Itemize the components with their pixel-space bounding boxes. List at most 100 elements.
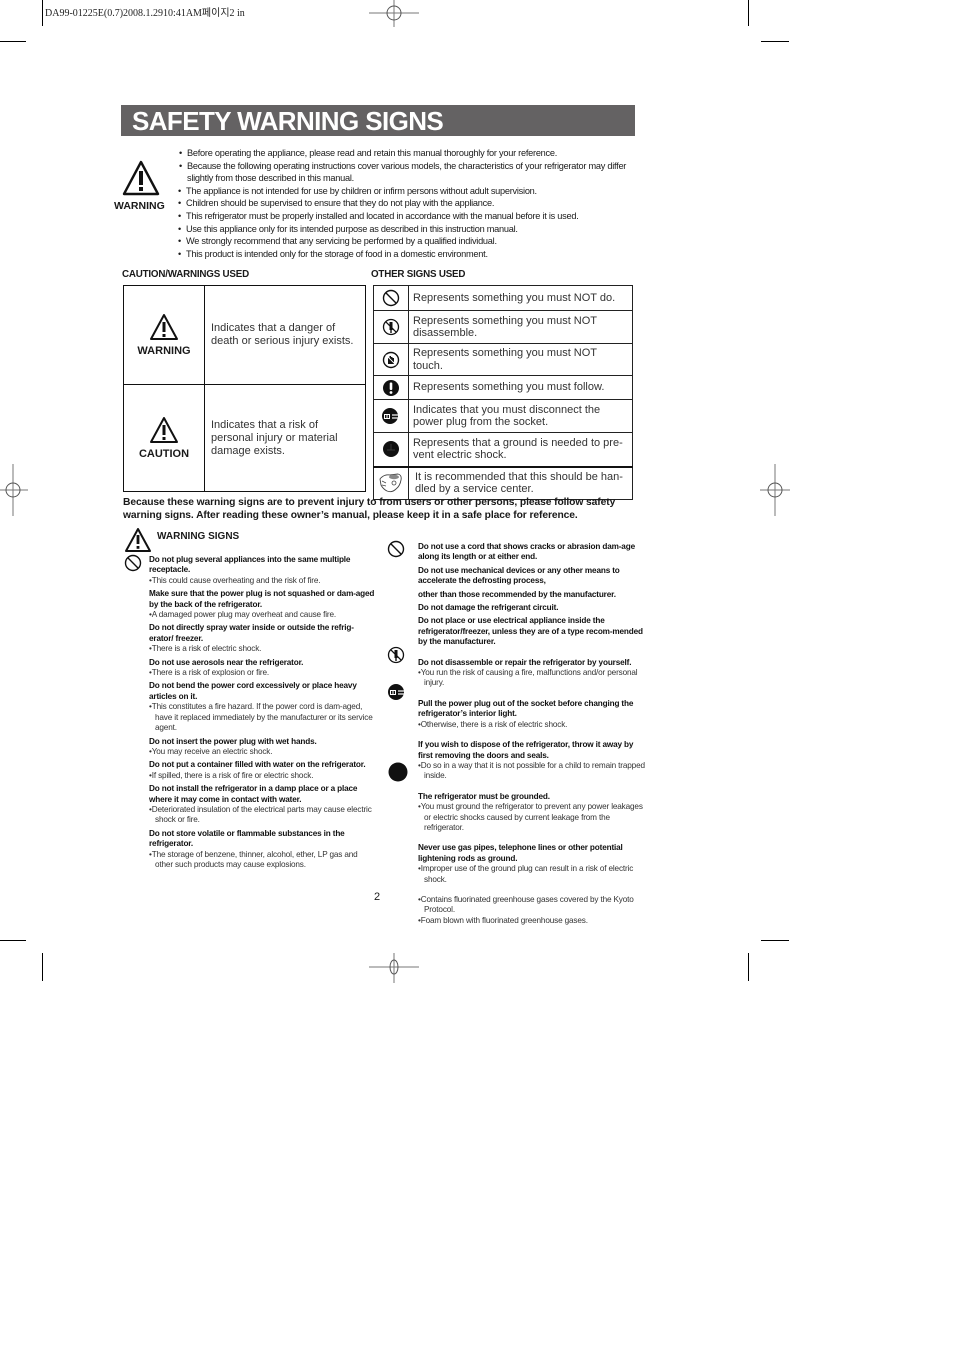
- warning-item-note: This could cause overheating and the ris…: [149, 576, 377, 586]
- intro-bullet: This product is intended only for the st…: [178, 248, 638, 261]
- crop-mark: [0, 41, 26, 42]
- no-disassemble-icon: [382, 318, 400, 336]
- caution-triangle-icon: [150, 417, 178, 443]
- caution-description: Indicates that a risk of personal injury…: [204, 384, 366, 492]
- sign-description: Represents something you must NOT touch.: [408, 343, 633, 376]
- intro-bullet: Because the following operating instruct…: [178, 160, 638, 185]
- warning-description: Indicates that a danger of death or seri…: [204, 285, 366, 385]
- intro-bullet: Before operating the appliance, please r…: [178, 147, 638, 160]
- sign-description: Indicates that you must disconnect the p…: [408, 399, 633, 433]
- table-row: Represents that a ground is needed to pr…: [373, 432, 633, 467]
- sign-description: Represents something you must NOT do.: [408, 285, 633, 311]
- intro-bullet: Use this appliance only for its intended…: [178, 223, 638, 236]
- warning-item-note: There is a risk of electric shock.: [149, 644, 377, 654]
- registration-mark-icon: [760, 464, 790, 516]
- warning-item-title: Do not damage the refrigerant circuit.: [418, 603, 559, 613]
- unplug-icon: [382, 408, 398, 424]
- caution-warnings-heading: CAUTION/WARNINGS USED: [122, 269, 249, 280]
- warning-label: WARNING: [137, 345, 191, 357]
- warning-item-title: Do not disassemble or repair the refrige…: [418, 657, 632, 667]
- table-row: WARNING Indicates that a danger of death…: [123, 285, 366, 385]
- warning-item-note: Deteriorated insulation of the electrica…: [149, 805, 377, 826]
- crop-mark: [761, 940, 789, 941]
- warning-item-note: Improper use of the ground plug can resu…: [418, 864, 648, 885]
- warning-item-title: Do not put a container filled with water…: [149, 760, 366, 770]
- warning-signs-right-column: Do not use a cord that shows cracks or a…: [418, 542, 648, 926]
- warning-item-note: A damaged power plug may overheat and ca…: [149, 610, 377, 620]
- crop-mark: [42, 953, 43, 981]
- service-center-icon: [379, 473, 402, 493]
- warning-triangle-icon: [125, 528, 151, 552]
- warning-item-title: Make sure that the power plug is not squ…: [149, 589, 375, 609]
- warning-item-title: Do not directly spray water inside or ou…: [149, 623, 354, 643]
- prohibited-icon: [387, 540, 405, 558]
- warning-item-title: The refrigerator must be grounded.: [418, 791, 550, 801]
- warning-item-title: Never use gas pipes, telephone lines or …: [418, 843, 623, 863]
- page-title-bar: SAFETY WARNING SIGNS: [121, 105, 635, 136]
- page-number: 2: [374, 891, 381, 903]
- warning-item-title: Do not use mechanical devices or any oth…: [418, 565, 620, 586]
- print-slug: DA99-01225E(0.7)2008.1.2910:41AM페이지2 in: [45, 8, 245, 19]
- warning-item-title: If you wish to dispose of the refrigerat…: [418, 740, 634, 760]
- table-row: Represents something you must NOT disass…: [373, 310, 633, 344]
- must-follow-icon: [383, 379, 399, 396]
- warning-item-title: Do not use a cord that shows cracks or a…: [418, 542, 635, 562]
- warning-item-title: Pull the power plug out of the socket be…: [418, 698, 634, 719]
- intro-bullet: Children should be supervised to ensure …: [178, 197, 638, 210]
- warning-item-title: other than those recommended by the manu…: [418, 589, 616, 599]
- ground-icon: [383, 441, 399, 458]
- warning-triangle-icon: [150, 314, 178, 340]
- other-signs-heading: OTHER SIGNS USED: [371, 269, 466, 280]
- intro-bullet: This refrigerator must be properly insta…: [178, 210, 638, 223]
- other-signs-table: Represents something you must NOT do. Re…: [373, 285, 633, 500]
- warning-item-note: You must ground the refrigerator to prev…: [418, 802, 648, 833]
- sign-description: Represents that a ground is needed to pr…: [408, 432, 633, 467]
- prohibited-icon: [124, 554, 142, 572]
- warning-item-title: Do not insert the power plug with wet ha…: [149, 736, 317, 746]
- warning-item-note: Do so in a way that it is not possible f…: [418, 761, 648, 782]
- warning-signs-left-column: Do not plug several appliances into the …: [149, 555, 377, 870]
- warning-item-note: You run the risk of causing a fire, malf…: [418, 668, 648, 689]
- crop-mark: [748, 953, 749, 981]
- warning-item-title: Do not place or use electrical appliance…: [418, 616, 643, 647]
- safety-notice: Because these warning signs are to preve…: [123, 497, 616, 521]
- caution-label: CAUTION: [138, 448, 190, 460]
- intro-bullet: The appliance is not intended for use by…: [178, 185, 638, 198]
- warning-item-note: The storage of benzene, thinner, alcohol…: [149, 850, 377, 871]
- unplug-icon: [388, 684, 404, 700]
- sign-description: Represents something you must follow.: [408, 375, 633, 400]
- sign-description: Represents something you must NOT disass…: [408, 310, 633, 344]
- intro-bullet: We strongly recommend that any servicing…: [178, 235, 638, 248]
- registration-mark-icon: [369, 0, 419, 27]
- crop-mark: [761, 41, 789, 42]
- ground-icon: [388, 762, 408, 782]
- crop-mark: [0, 940, 26, 941]
- table-row: Indicates that you must disconnect the p…: [373, 399, 633, 433]
- warning-item-note: You may receive an electric shock.: [149, 747, 377, 757]
- prohibited-icon: [382, 289, 400, 307]
- warning-item-note: There is a risk of explosion or fire.: [149, 668, 377, 678]
- environment-note: Contains fluorinated greenhouse gases co…: [418, 895, 648, 916]
- warning-item-title: Do not install the refrigerator in a dam…: [149, 784, 358, 804]
- warning-item-note: Otherwise, there is a risk of electric s…: [418, 720, 648, 730]
- warning-item-note: If spilled, there is a risk of fire or e…: [149, 771, 377, 781]
- intro-warning-label: WARNING: [114, 200, 165, 212]
- table-row: It is recommended that this should be ha…: [373, 465, 633, 500]
- crop-mark: [42, 0, 43, 26]
- registration-mark-icon: [369, 953, 419, 983]
- warning-item-title: Do not bend the power cord excessively o…: [149, 681, 357, 701]
- crop-mark: [748, 0, 749, 26]
- table-row: Represents something you must NOT do.: [373, 285, 633, 311]
- registration-mark-icon: [0, 464, 28, 516]
- warning-item-title: Do not store volatile or flammable subst…: [149, 828, 345, 849]
- warning-item-title: Do not plug several appliances into the …: [149, 555, 351, 575]
- intro-bullet-list: Before operating the appliance, please r…: [178, 147, 638, 260]
- environment-note: Foam blown with fluorinated greenhouse g…: [418, 916, 648, 926]
- warning-item-note: This constitutes a fire hazard. If the p…: [149, 702, 377, 733]
- page-title: SAFETY WARNING SIGNS: [132, 106, 444, 136]
- table-row: Represents something you must follow.: [373, 375, 633, 400]
- caution-warnings-table: WARNING Indicates that a danger of death…: [123, 285, 366, 492]
- warning-item-title: Do not use aerosols near the refrigerato…: [149, 657, 304, 667]
- warning-signs-heading: WARNING SIGNS: [157, 531, 240, 542]
- table-row: CAUTION Indicates that a risk of persona…: [123, 384, 366, 492]
